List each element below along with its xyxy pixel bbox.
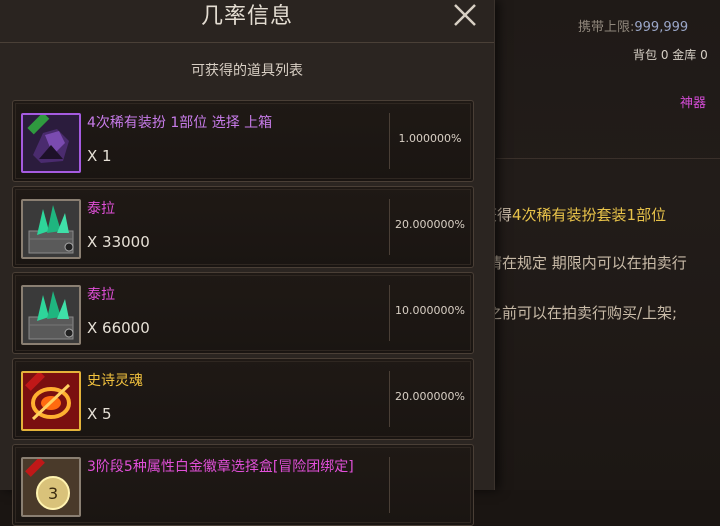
list-item[interactable]: 史诗灵魂 X 5 20.000000% [12, 358, 474, 440]
item-name: 泰拉 [87, 201, 115, 217]
carry-limit: 携带上限:999,999 [578, 16, 688, 35]
list-item[interactable]: 泰拉 X 33000 20.000000% [12, 186, 474, 268]
list-item[interactable]: 泰拉 X 66000 10.000000% [12, 272, 474, 354]
item-name: 4次稀有装扮 1部位 选择 上箱 [87, 115, 273, 131]
bag-info: 背包 0 金库 0 [633, 48, 708, 62]
carry-limit-label: 携带上限: [578, 20, 635, 35]
item-rate: 20.000000% [395, 218, 465, 231]
item-quantity: X 33000 [87, 233, 150, 251]
list-item[interactable]: 4次稀有装扮 1部位 选择 上箱 X 1 1.000000% [12, 100, 474, 182]
item-rate: 1.000000% [398, 132, 462, 145]
popup-title: 几率信息 [200, 4, 293, 29]
epic-soul-icon [21, 371, 81, 431]
item-name: 3阶段5种属性白金徽章选择盒[冒险团绑定] [87, 459, 354, 475]
platinum-emblem-box-icon: 3 [21, 457, 81, 517]
tera-crystal-icon [21, 199, 81, 259]
item-list-subtitle: 可获得的道具列表 [191, 63, 303, 79]
background-desc-line2: 请在规定 期限内可以在拍卖行 [487, 254, 687, 272]
artifact-label: 神器 [680, 96, 707, 111]
item-name: 史诗灵魂 [87, 373, 143, 389]
tera-crystal-icon [21, 285, 81, 345]
background-desc-line1: 获得4次稀有装扮套装1部位 [482, 204, 666, 225]
costume-box-icon [21, 113, 81, 173]
item-separator [389, 457, 390, 513]
item-rate: 20.000000% [395, 390, 465, 403]
item-quantity: X 66000 [87, 319, 150, 337]
desc-line1-highlight: 4次稀有装扮套装1部位 [512, 206, 667, 224]
carry-limit-value: 999,999 [634, 20, 689, 35]
item-quantity: X 5 [87, 405, 112, 423]
background-divider [496, 158, 720, 159]
background-desc-line3: 之前可以在拍卖行购买/上架; [487, 304, 678, 322]
close-button[interactable] [452, 2, 478, 28]
close-icon [454, 4, 476, 26]
item-name: 泰拉 [87, 287, 115, 303]
probability-info-popup: 几率信息 可获得的道具列表 4次稀有装扮 1部位 选择 上箱 X 1 1.000… [0, 0, 495, 526]
svg-text:3: 3 [48, 484, 58, 503]
popup-header: 几率信息 [0, 0, 494, 43]
item-quantity: X 1 [87, 147, 112, 165]
list-item[interactable]: 3 3阶段5种属性白金徽章选择盒[冒险团绑定] [12, 444, 474, 526]
item-rate: 10.000000% [395, 304, 465, 317]
